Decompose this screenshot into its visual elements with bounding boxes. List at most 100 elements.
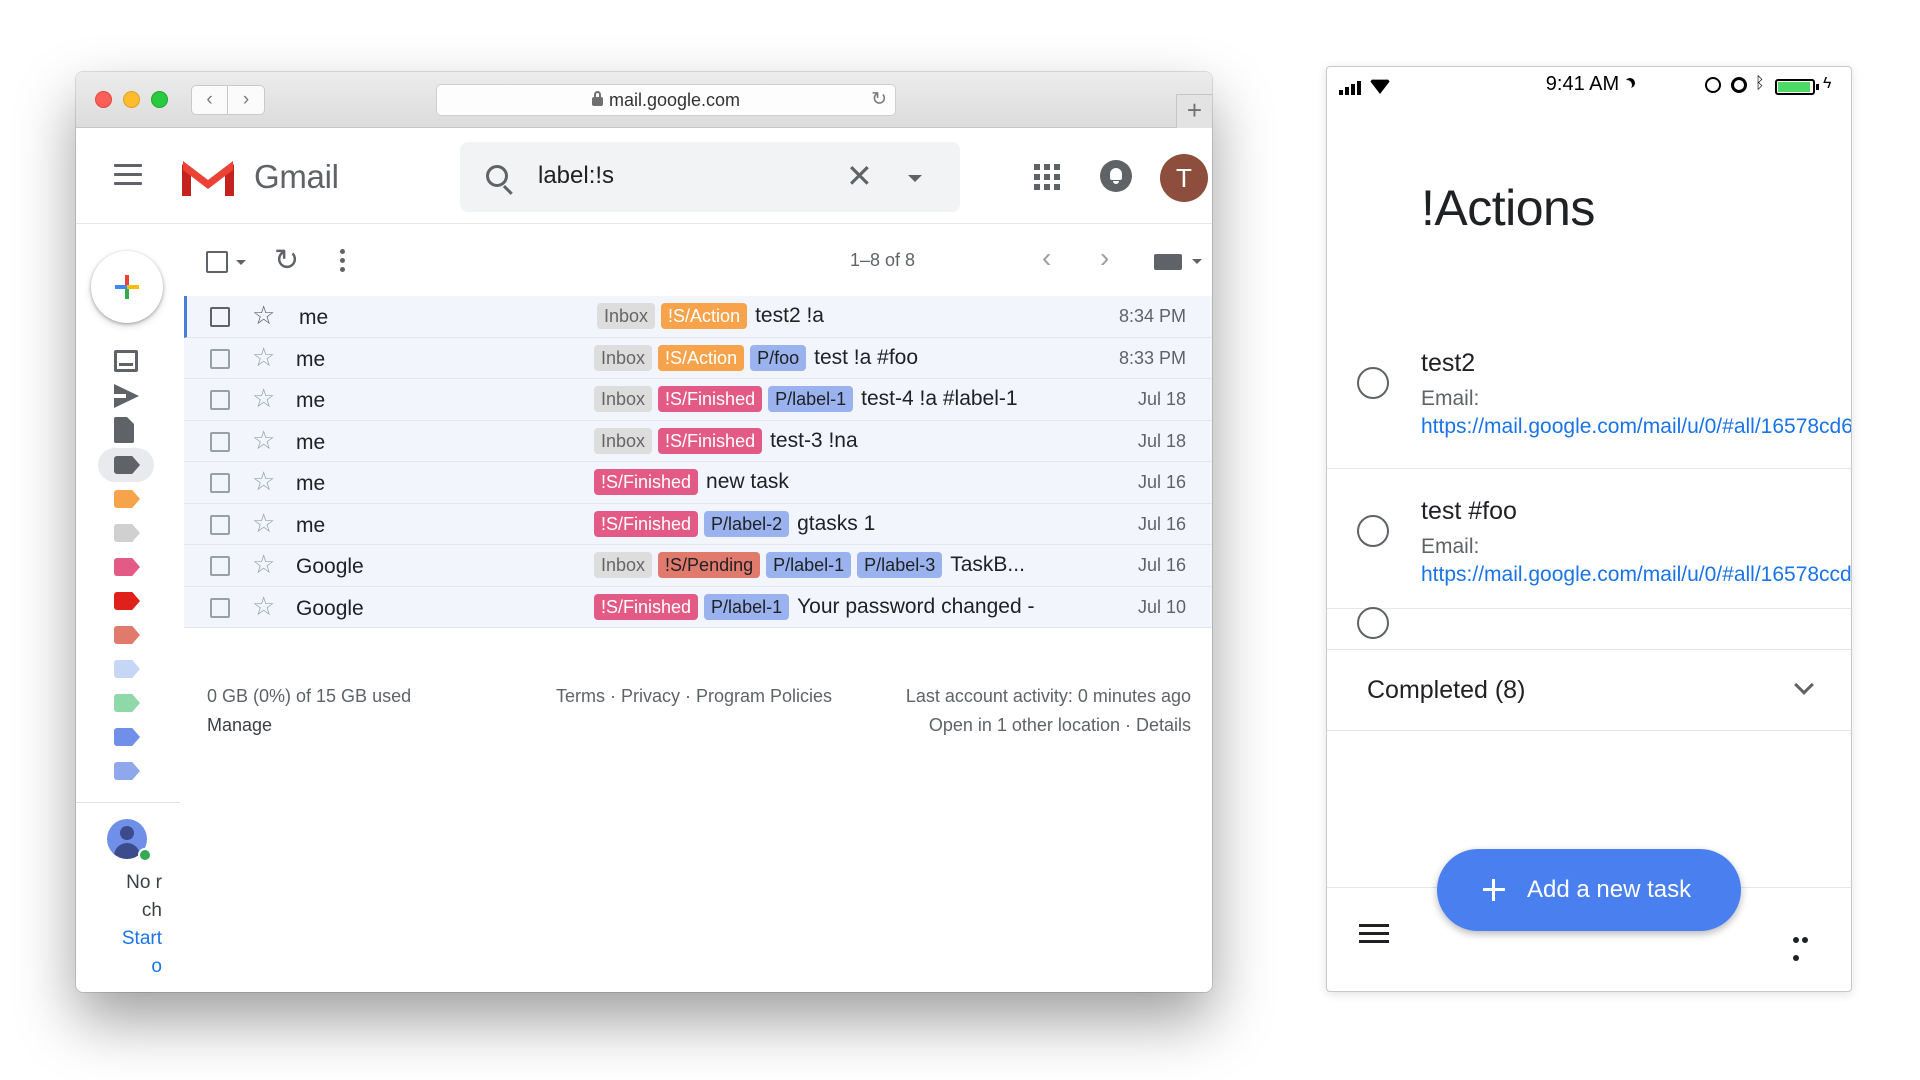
completed-section-toggle[interactable]: Completed (8): [1327, 649, 1851, 731]
email-row[interactable]: ☆ me !S/Finished P/label-2 gtasks 1 Jul 16: [184, 503, 1212, 545]
search-icon[interactable]: [486, 165, 508, 187]
start-chat-link[interactable]: Start: [76, 928, 162, 950]
email-row[interactable]: ☆ me Inbox !S/Action test2 !a 8:34 PM: [184, 296, 1212, 338]
label-chip[interactable]: Inbox: [594, 386, 653, 412]
task-title[interactable]: test #foo: [1421, 497, 1517, 526]
next-page-icon[interactable]: ›: [1100, 244, 1109, 272]
label-chip[interactable]: !S/Finished: [658, 427, 763, 454]
task-item[interactable]: test2 Email: https://mail.google.com/mai…: [1327, 317, 1851, 469]
label-chip[interactable]: P/label-1: [766, 552, 852, 578]
label-chip[interactable]: P/label-3: [857, 552, 943, 578]
task-email-link[interactable]: https://mail.google.com/mail/u/0/#all/16…: [1421, 563, 1851, 586]
more-options-icon[interactable]: [1793, 930, 1819, 961]
start-chat-link-continued[interactable]: o: [76, 956, 162, 978]
account-avatar[interactable]: T: [1160, 154, 1208, 202]
email-row[interactable]: ☆ me Inbox !S/Finished test-3 !na Jul 18: [184, 420, 1212, 462]
row-checkbox[interactable]: [210, 431, 230, 452]
label-chip[interactable]: Inbox: [594, 552, 653, 578]
new-tab-button[interactable]: +: [1176, 94, 1212, 128]
email-row[interactable]: ☆ me Inbox !S/Action P/foo test !a #foo 8:33 P…: [184, 337, 1212, 379]
main-menu-icon[interactable]: [114, 164, 142, 186]
email-row[interactable]: ☆ Google Inbox !S/Pending P/label-1 P/label-3…: [184, 545, 1212, 587]
list-menu-icon[interactable]: [1359, 924, 1389, 944]
input-tools-caret-icon[interactable]: [1192, 259, 1202, 264]
label-icon[interactable]: [114, 762, 140, 780]
search-bar[interactable]: ✕: [460, 142, 960, 212]
sent-icon[interactable]: [114, 384, 139, 408]
label-icon[interactable]: [114, 558, 140, 576]
more-options-icon[interactable]: [340, 249, 345, 273]
label-chip[interactable]: Inbox: [594, 344, 653, 371]
label-icon[interactable]: [114, 626, 140, 644]
label-chip[interactable]: !S/Finished: [658, 386, 763, 412]
label-icon[interactable]: [114, 524, 140, 542]
activity-details-link[interactable]: Open in 1 other location · Details: [929, 715, 1191, 736]
email-row[interactable]: ☆ me Inbox !S/Finished P/label-1 test-4 !a #l…: [184, 379, 1212, 421]
select-all-checkbox[interactable]: [206, 251, 228, 273]
star-icon[interactable]: ☆: [252, 466, 275, 496]
compose-button[interactable]: [91, 251, 163, 323]
inbox-icon[interactable]: [114, 350, 138, 372]
select-options-caret-icon[interactable]: [236, 260, 246, 265]
label-chip[interactable]: !S/Finished: [594, 510, 699, 537]
task-item[interactable]: test #foo Email: https://mail.google.com…: [1327, 469, 1851, 609]
row-checkbox[interactable]: [210, 514, 230, 535]
label-icon[interactable]: [114, 660, 140, 678]
label-icon[interactable]: [114, 694, 140, 712]
row-checkbox[interactable]: [210, 390, 230, 410]
refresh-icon[interactable]: ↻: [274, 246, 299, 276]
label-icon[interactable]: [114, 490, 140, 508]
star-icon[interactable]: ☆: [252, 300, 275, 330]
star-icon[interactable]: ☆: [252, 549, 275, 579]
star-icon[interactable]: ☆: [252, 342, 275, 372]
previous-page-icon[interactable]: ‹: [1042, 244, 1051, 272]
add-task-button[interactable]: Add a new task: [1437, 849, 1741, 931]
label-chip[interactable]: Inbox: [594, 427, 653, 454]
reload-icon[interactable]: ↻: [871, 85, 887, 115]
notifications-icon[interactable]: [1100, 160, 1132, 192]
label-icon[interactable]: [114, 728, 140, 746]
star-icon[interactable]: ☆: [252, 425, 275, 455]
back-button[interactable]: ‹: [191, 85, 228, 115]
star-icon[interactable]: ☆: [252, 591, 275, 621]
label-chip[interactable]: !S/Pending: [658, 552, 761, 578]
row-checkbox[interactable]: [210, 556, 230, 576]
input-tools-keyboard-icon[interactable]: [1154, 254, 1182, 270]
email-row[interactable]: ☆ Google !S/Finished P/label-1 Your password…: [184, 586, 1212, 628]
row-checkbox[interactable]: [210, 473, 230, 493]
drafts-icon[interactable]: [114, 417, 134, 443]
row-checkbox[interactable]: [210, 348, 230, 369]
label-chip[interactable]: P/label-1: [768, 386, 854, 412]
minimize-window-button[interactable]: [123, 91, 140, 108]
chevron-down-icon[interactable]: [1794, 675, 1814, 695]
task-title[interactable]: test2: [1421, 349, 1475, 378]
label-chip[interactable]: Inbox: [597, 303, 656, 329]
row-checkbox[interactable]: [210, 307, 230, 327]
label-chip[interactable]: !S/Finished: [594, 593, 699, 620]
label-chip[interactable]: P/foo: [750, 344, 807, 371]
search-input[interactable]: [538, 160, 838, 192]
close-window-button[interactable]: [95, 91, 112, 108]
label-chip[interactable]: !S/Action: [661, 303, 748, 329]
email-row[interactable]: ☆ me !S/Finished new task Jul 16: [184, 462, 1212, 504]
star-icon[interactable]: ☆: [252, 383, 275, 413]
label-chip[interactable]: P/label-1: [704, 593, 790, 620]
task-email-link[interactable]: https://mail.google.com/mail/u/0/#all/16…: [1421, 415, 1851, 438]
clear-search-icon[interactable]: ✕: [846, 160, 873, 192]
task-complete-radio[interactable]: [1357, 607, 1389, 639]
label-chip[interactable]: P/label-2: [704, 510, 790, 537]
label-chip[interactable]: !S/Action: [658, 344, 745, 371]
task-complete-radio[interactable]: [1357, 515, 1389, 547]
zoom-window-button[interactable]: [151, 91, 168, 108]
label-icon[interactable]: [114, 592, 140, 610]
star-icon[interactable]: ☆: [252, 508, 275, 538]
search-options-caret-icon[interactable]: [908, 175, 922, 182]
forward-button[interactable]: ›: [228, 85, 265, 115]
row-checkbox[interactable]: [210, 597, 230, 618]
policies-links[interactable]: Terms · Privacy · Program Policies: [556, 686, 832, 707]
manage-storage-link[interactable]: Manage: [207, 715, 272, 736]
google-apps-icon[interactable]: [1034, 164, 1060, 190]
label-chip[interactable]: !S/Finished: [594, 469, 699, 495]
address-bar[interactable]: mail.google.com ↻: [436, 84, 896, 116]
gmail-logo-icon[interactable]: [180, 156, 236, 198]
